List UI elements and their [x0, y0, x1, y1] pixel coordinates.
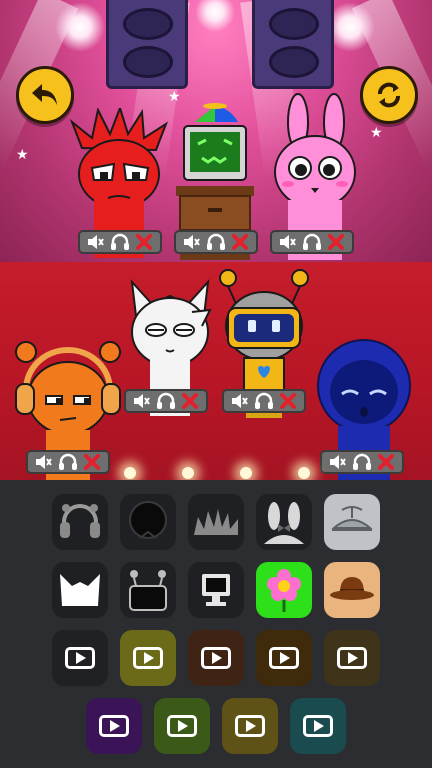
video-unlock-7[interactable]: [154, 698, 210, 754]
headphones-icon[interactable]: [58, 452, 78, 472]
close-icon[interactable]: [278, 391, 298, 411]
character-controls: [270, 230, 354, 254]
bunny-ears-icon: [264, 502, 304, 544]
computer-sound[interactable]: [188, 562, 244, 618]
headphones-icon[interactable]: [206, 232, 226, 252]
headphones-icon[interactable]: [254, 391, 274, 411]
sparkle-icon: ★: [16, 146, 29, 162]
video-unlock-6[interactable]: [86, 698, 142, 754]
play-video-icon: [235, 715, 265, 737]
video-unlock-9[interactable]: [290, 698, 346, 754]
play-video-icon: [167, 715, 197, 737]
mute-icon[interactable]: [34, 452, 54, 472]
video-unlock-2[interactable]: [120, 630, 176, 686]
close-icon[interactable]: [376, 452, 396, 472]
stage-floor: [0, 262, 432, 480]
play-video-icon: [337, 647, 367, 669]
headphones-icon: [60, 504, 100, 538]
cat-ears-sound[interactable]: [52, 562, 108, 618]
cat-ears-icon: [60, 574, 100, 606]
character-controls: [222, 389, 306, 413]
propeller-hat-icon: [331, 506, 373, 531]
play-video-icon: [201, 647, 231, 669]
sound-palette: [0, 480, 432, 768]
play-video-icon: [303, 715, 333, 737]
computer-icon: [202, 574, 230, 606]
stage-background: ★ ★ ★: [0, 0, 432, 262]
speaker-right: [252, 0, 334, 89]
mute-icon[interactable]: [278, 232, 298, 252]
footlight: [124, 467, 136, 479]
stage-light: [195, 0, 235, 32]
character-controls: [124, 389, 208, 413]
close-icon[interactable]: [326, 232, 346, 252]
character-controls: [320, 450, 404, 474]
propeller-sound[interactable]: [324, 494, 380, 550]
black-blob-icon: [129, 501, 167, 539]
stage-light: [55, 2, 105, 52]
play-video-icon: [269, 647, 299, 669]
speaker-left: [106, 0, 188, 89]
headphones-icon[interactable]: [156, 391, 176, 411]
mute-icon[interactable]: [182, 232, 202, 252]
video-unlock-3[interactable]: [188, 630, 244, 686]
close-icon[interactable]: [180, 391, 200, 411]
flower-icon: [267, 569, 301, 612]
flower-sound[interactable]: [256, 562, 312, 618]
headphones-icon[interactable]: [302, 232, 322, 252]
antenna-sound[interactable]: [120, 562, 176, 618]
video-unlock-5[interactable]: [324, 630, 380, 686]
footlight: [298, 467, 310, 479]
mute-icon[interactable]: [230, 391, 250, 411]
play-video-icon: [65, 647, 95, 669]
character-controls: [26, 450, 110, 474]
video-unlock-1[interactable]: [52, 630, 108, 686]
hat-sound[interactable]: [324, 562, 380, 618]
footlight: [240, 467, 252, 479]
mute-icon[interactable]: [328, 452, 348, 472]
character-controls: [78, 230, 162, 254]
reset-button[interactable]: [360, 66, 418, 124]
back-arrow-icon: [32, 84, 57, 105]
close-icon[interactable]: [134, 232, 154, 252]
video-unlock-4[interactable]: [256, 630, 312, 686]
refresh-icon: [378, 82, 400, 108]
headphones-sound[interactable]: [52, 494, 108, 550]
spiky-sound[interactable]: [188, 494, 244, 550]
black-sound[interactable]: [120, 494, 176, 550]
hat-icon: [330, 577, 374, 600]
close-icon[interactable]: [230, 232, 250, 252]
character-controls: [174, 230, 258, 254]
play-video-icon: [99, 715, 129, 737]
sparkle-icon: ★: [370, 124, 383, 140]
play-video-icon: [133, 647, 163, 669]
antenna-icon: [129, 570, 167, 611]
spikes-icon: [194, 509, 238, 535]
video-unlock-8[interactable]: [222, 698, 278, 754]
headphones-icon[interactable]: [352, 452, 372, 472]
headphones-icon[interactable]: [110, 232, 130, 252]
close-icon[interactable]: [82, 452, 102, 472]
footlight: [182, 467, 194, 479]
bunny-ears-sound[interactable]: [256, 494, 312, 550]
mute-icon[interactable]: [132, 391, 152, 411]
mute-icon[interactable]: [86, 232, 106, 252]
